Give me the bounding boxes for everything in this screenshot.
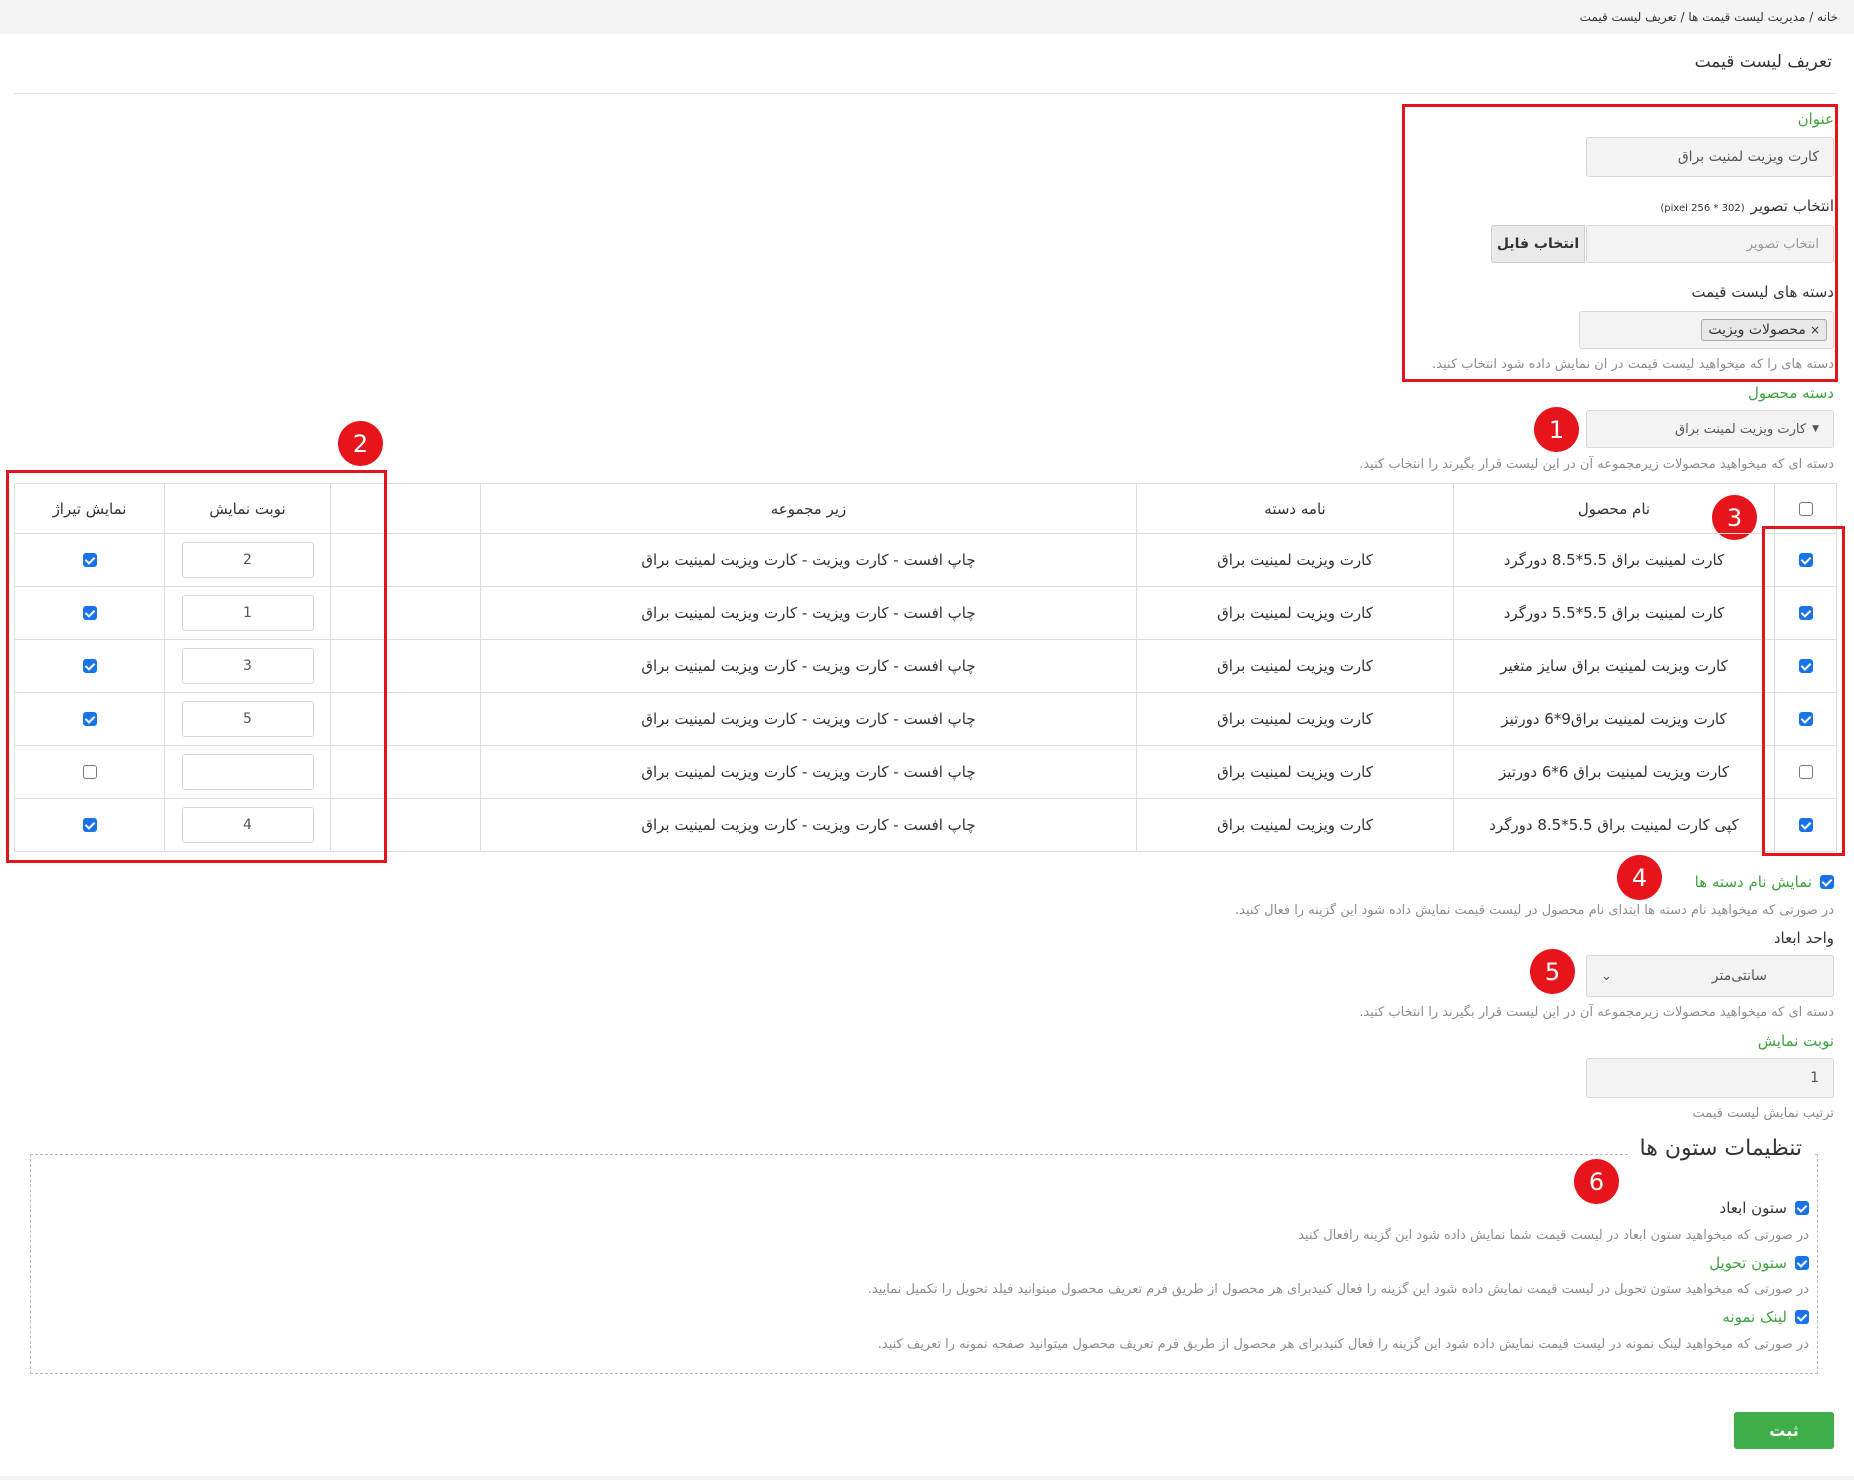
show-category-names-label: نمایش نام دسته ها bbox=[1694, 873, 1812, 891]
sample-link-help: در صورتی که میخواهید لینک نمونه در لیست … bbox=[877, 1337, 1809, 1352]
cell-product-name: کارت ویزیت لمینیت براق9*6 دورتیز bbox=[1453, 692, 1775, 746]
cell-category-name: کارت ویزیت لمینیت براق bbox=[1136, 639, 1454, 693]
annotation-box-3 bbox=[1762, 526, 1845, 856]
cell-category-name: کارت ویزیت لمینیت براق bbox=[1136, 798, 1454, 852]
breadcrumb-home[interactable]: خانه bbox=[1817, 10, 1838, 24]
delivery-column-help: در صورتی که میخواهید ستون تحویل در لیست … bbox=[867, 1282, 1809, 1297]
dimensions-column-checkbox[interactable] bbox=[1795, 1201, 1809, 1215]
cell-subcategory: چاپ افست - کارت ویزیت - کارت ویزیت لمینی… bbox=[480, 533, 1137, 587]
header-subcategory: زیر مجموعه bbox=[480, 483, 1137, 534]
dimensions-column-help: در صورتی که میخواهید ستون ابعاد در لیست … bbox=[1298, 1228, 1809, 1243]
show-category-names-checkbox[interactable] bbox=[1820, 875, 1834, 889]
breadcrumb: خانه / مدیریت لیست قیمت ها / تعریف لیست … bbox=[0, 0, 1854, 34]
divider bbox=[14, 93, 1836, 94]
sample-link-row[interactable]: لینک نمونه bbox=[1722, 1308, 1809, 1326]
page-title: تعریف لیست قیمت bbox=[1694, 52, 1832, 72]
title-label: عنوان bbox=[1797, 110, 1834, 128]
dimensions-column-row[interactable]: ستون ابعاد bbox=[1720, 1199, 1809, 1217]
display-order-help: ترتیب نمایش لیست قیمت bbox=[1692, 1106, 1834, 1121]
delivery-column-checkbox[interactable] bbox=[1795, 1256, 1809, 1270]
image-label-row: انتخاب تصویر (302 * 256 pixel) bbox=[1660, 197, 1834, 215]
cell-category-name: کارت ویزیت لمینیت براق bbox=[1136, 692, 1454, 746]
caret-down-icon: ▼ bbox=[1812, 424, 1819, 434]
annotation-marker-5: 5 bbox=[1530, 949, 1575, 994]
header-product-name: نام محصول bbox=[1453, 483, 1775, 534]
cell-product-name: کارت لمینیت براق 5.5*5.5 دورگرد bbox=[1453, 586, 1775, 640]
footer-strip bbox=[0, 1476, 1854, 1480]
title-input[interactable]: کارت ویزیت لمنیت براق bbox=[1586, 137, 1834, 177]
cell-product-name: کپی کارت لمینیت براق 5.5*8.5 دورگرد bbox=[1453, 798, 1775, 852]
select-all-checkbox[interactable] bbox=[1798, 501, 1813, 516]
cell-product-name: کارت ویزیت لمینیت براق سایز متغیر bbox=[1453, 639, 1775, 693]
chevron-down-icon: ⌄ bbox=[1601, 968, 1612, 984]
breadcrumb-price-lists[interactable]: مدیریت لیست قیمت ها bbox=[1688, 10, 1805, 24]
tag-remove-icon[interactable]: × bbox=[1810, 323, 1820, 337]
cell-subcategory: چاپ افست - کارت ویزیت - کارت ویزیت لمینی… bbox=[480, 745, 1137, 799]
dimension-unit-label: واحد ابعاد bbox=[1773, 929, 1834, 947]
submit-button[interactable]: ثبت bbox=[1734, 1412, 1834, 1449]
cell-subcategory: چاپ افست - کارت ویزیت - کارت ویزیت لمینی… bbox=[480, 692, 1137, 746]
image-size-hint: (302 * 256 pixel) bbox=[1660, 203, 1745, 214]
cell-subcategory: چاپ افست - کارت ویزیت - کارت ویزیت لمینی… bbox=[480, 586, 1137, 640]
cell-category-name: کارت ویزیت لمینیت براق bbox=[1136, 533, 1454, 587]
dimension-unit-help: دسته ای که میخواهید محصولات زیرمجموعه آن… bbox=[1359, 1005, 1834, 1020]
display-order-label: نوبت نمایش bbox=[1757, 1032, 1834, 1050]
annotation-marker-1: 1 bbox=[1534, 407, 1579, 452]
image-label: انتخاب تصویر bbox=[1750, 197, 1834, 215]
dimension-unit-select[interactable]: سانتی‌متر ⌄ bbox=[1586, 955, 1834, 997]
header-category-name: نامه دسته bbox=[1136, 483, 1454, 534]
dimensions-column-label: ستون ابعاد bbox=[1719, 1199, 1787, 1217]
choose-file-button[interactable]: انتخاب فایل bbox=[1491, 225, 1585, 263]
show-category-names-help: در صورتی که میخواهید نام دسته ها ابتدای … bbox=[1235, 903, 1834, 918]
cell-product-name: کارت لمینیت براق 5.5*8.5 دورگرد bbox=[1453, 533, 1775, 587]
categories-help: دسته های را که میخواهید لیست قیمت در ان … bbox=[1432, 357, 1834, 372]
sample-link-checkbox[interactable] bbox=[1795, 1310, 1809, 1324]
cell-category-name: کارت ویزیت لمینیت براق bbox=[1136, 745, 1454, 799]
annotation-marker-4: 4 bbox=[1617, 855, 1662, 900]
category-tag: × محصولات ویزیت bbox=[1701, 319, 1827, 341]
cell-subcategory: چاپ افست - کارت ویزیت - کارت ویزیت لمینی… bbox=[480, 639, 1137, 693]
sample-link-label: لینک نمونه bbox=[1722, 1308, 1787, 1326]
delivery-column-label: ستون تحویل bbox=[1709, 1254, 1787, 1272]
column-settings-legend: تنظیمات ستون ها bbox=[1627, 1136, 1814, 1161]
annotation-box-2 bbox=[6, 470, 387, 863]
breadcrumb-current: تعریف لیست قیمت bbox=[1579, 10, 1677, 24]
product-category-label: دسته محصول bbox=[1748, 384, 1834, 402]
show-category-names-row[interactable]: نمایش نام دسته ها bbox=[1695, 873, 1834, 891]
cell-product-name: کارت ویزیت لمینیت براق 6*6 دورتیز bbox=[1453, 745, 1775, 799]
product-category-select[interactable]: ▼ کارت ویزیت لمینت براق bbox=[1586, 410, 1834, 448]
price-list-categories-select[interactable]: × محصولات ویزیت bbox=[1579, 311, 1834, 349]
annotation-marker-2: 2 bbox=[338, 421, 383, 466]
product-category-help: دسته ای که میخواهید محصولات زیرمجموعه آن… bbox=[1359, 457, 1834, 472]
display-order-input[interactable]: 1 bbox=[1586, 1058, 1834, 1098]
cell-subcategory: چاپ افست - کارت ویزیت - کارت ویزیت لمینی… bbox=[480, 798, 1137, 852]
delivery-column-row[interactable]: ستون تحویل bbox=[1709, 1254, 1809, 1272]
image-file-input[interactable]: انتخاب تصویر bbox=[1586, 225, 1834, 263]
cell-category-name: کارت ویزیت لمینیت براق bbox=[1136, 586, 1454, 640]
price-list-categories-label: دسته های لیست قیمت bbox=[1691, 283, 1834, 301]
